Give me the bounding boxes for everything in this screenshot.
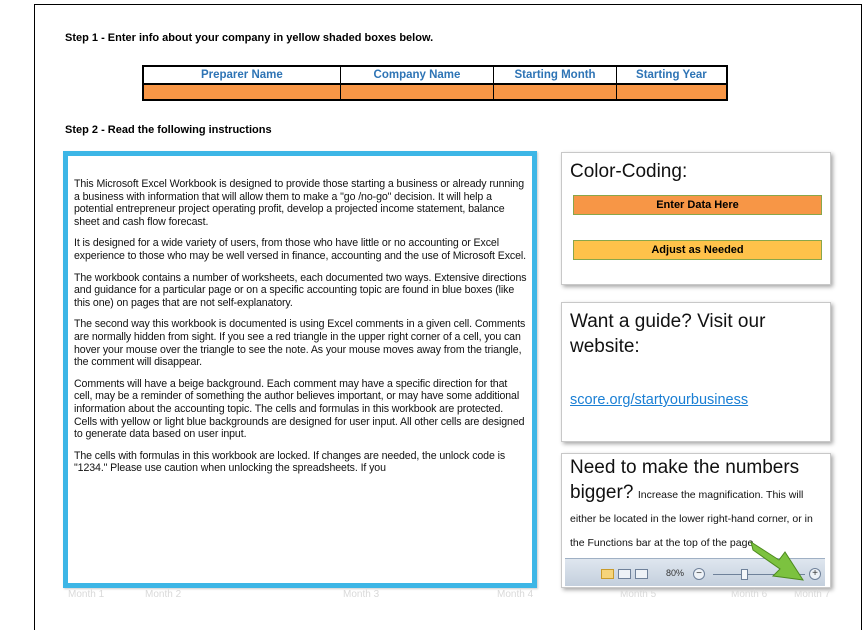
month-label: Month 7: [794, 589, 831, 600]
color-coding-card: Color-Coding: Enter Data Here Adjust as …: [561, 152, 831, 285]
month-label: Month 6: [731, 589, 768, 600]
month-label: Month 1: [68, 589, 105, 600]
header-starting-year: Starting Year: [615, 65, 728, 85]
step2-heading: Step 2 - Read the following instructions: [65, 124, 272, 136]
month-label: Month 3: [343, 589, 380, 600]
header-company-name: Company Name: [339, 65, 495, 85]
zoom-out-icon: −: [693, 568, 705, 580]
starting-year-input-cell[interactable]: [615, 83, 728, 101]
instructions-paragraph: The workbook contains a number of worksh…: [74, 271, 527, 309]
instructions-paragraph: It is designed for a wide variety of use…: [74, 237, 526, 262]
instructions-paragraph: This Microsoft Excel Workbook is designe…: [74, 178, 524, 228]
normal-view-icon: [601, 569, 614, 579]
enter-data-swatch: Enter Data Here: [573, 195, 822, 215]
preparer-name-input-cell[interactable]: [142, 83, 341, 101]
company-name-input-cell[interactable]: [339, 83, 495, 101]
guide-card: Want a guide? Visit our website: score.o…: [561, 302, 831, 442]
month-label: Month 5: [620, 589, 657, 600]
page-break-view-icon: [635, 569, 648, 579]
header-starting-month: Starting Month: [493, 65, 617, 85]
guide-title: Want a guide? Visit our website:: [570, 311, 766, 357]
company-info-table: Preparer Name Company Name Starting Mont…: [142, 65, 728, 101]
green-arrow-icon: [750, 540, 805, 581]
month-label: Month 2: [145, 589, 182, 600]
month-header-row: Month 1 Month 2 Month 3 Month 4 Month 5 …: [0, 589, 867, 601]
header-preparer-name: Preparer Name: [142, 65, 341, 85]
instructions-paragraph: The second way this workbook is document…: [74, 318, 526, 369]
guide-website-link[interactable]: score.org/startyourbusiness: [570, 392, 748, 408]
step1-heading: Step 1 - Enter info about your company i…: [65, 32, 434, 44]
zoom-help-card: Need to make the numbers bigger? Increas…: [561, 453, 831, 588]
page-layout-view-icon: [618, 569, 631, 579]
zoom-level-label: 80%: [666, 568, 685, 578]
color-coding-title: Color-Coding:: [570, 161, 688, 182]
instructions-paragraph: The cells with formulas in this workbook…: [74, 449, 506, 475]
starting-month-input-cell[interactable]: [493, 83, 617, 101]
instructions-box: This Microsoft Excel Workbook is designe…: [63, 151, 537, 588]
instructions-paragraph: Comments will have a beige background. E…: [74, 377, 525, 441]
adjust-swatch: Adjust as Needed: [573, 240, 822, 260]
zoom-in-icon: +: [809, 568, 821, 580]
month-label: Month 4: [497, 589, 534, 600]
